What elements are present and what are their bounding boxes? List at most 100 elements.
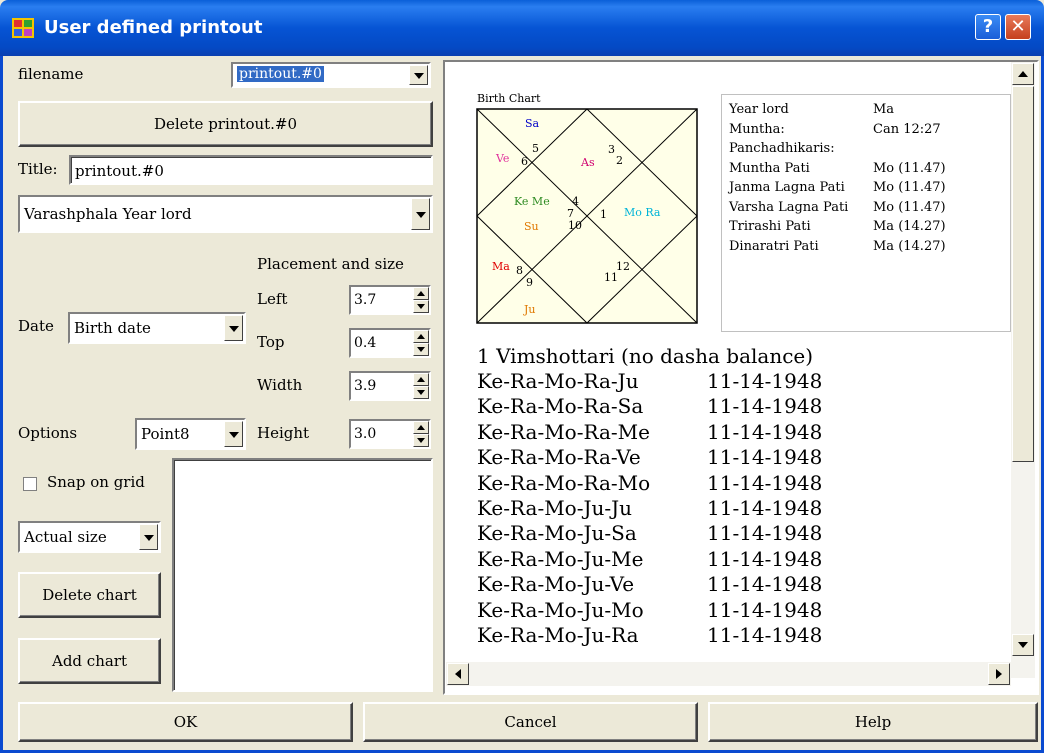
info-label: Muntha Pati: [729, 160, 810, 176]
chevron-down-icon[interactable]: [224, 315, 243, 341]
info-label: Trirashi Pati: [729, 219, 811, 234]
date-select-value: Birth date: [74, 319, 151, 337]
info-row: Trirashi Pati Ma (14.27): [729, 219, 946, 234]
date-label: Date: [18, 317, 54, 335]
info-label: Panchadhikaris:: [729, 141, 835, 156]
dasha-period: Ke-Ra-Mo-Ra-Mo: [477, 470, 651, 495]
chevron-down-icon[interactable]: [139, 524, 158, 550]
spin-down-icon[interactable]: [413, 434, 429, 447]
height-value: 3.0: [354, 426, 377, 442]
dasha-row: Ke-Ra-Mo-Ju-Ve 11-14-1948: [477, 572, 822, 596]
arrow-up-icon: [1018, 71, 1028, 77]
chevron-down-icon[interactable]: [411, 198, 430, 230]
spin-down-icon[interactable]: [413, 343, 429, 356]
delete-chart-button[interactable]: Delete chart: [18, 572, 161, 618]
top-label: Top: [257, 333, 285, 351]
delete-printout-button[interactable]: Delete printout.#0: [18, 101, 433, 147]
dasha-row: Ke-Ra-Mo-Ra-Ju 11-14-1948: [477, 369, 822, 393]
spin-up-icon[interactable]: [413, 330, 429, 343]
window-title: User defined printout: [44, 17, 263, 38]
dasha-date: 11-14-1948: [707, 419, 823, 444]
planet-label: As: [580, 156, 595, 169]
house-number: 5: [532, 142, 539, 155]
title-input[interactable]: printout.#0: [69, 155, 433, 185]
info-row: Muntha: Can 12:27: [729, 121, 941, 137]
add-chart-button[interactable]: Add chart: [18, 638, 161, 684]
snap-label: Snap on grid: [47, 473, 145, 491]
spin-down-icon[interactable]: [413, 386, 429, 399]
vertical-scrollbar[interactable]: [1011, 62, 1035, 678]
planet-label: Su: [524, 220, 539, 233]
size-select[interactable]: Actual size: [18, 521, 161, 553]
dasha-period: Ke-Ra-Mo-Ra-Sa: [477, 394, 644, 419]
ok-button[interactable]: OK: [18, 702, 353, 742]
house-number: 10: [568, 219, 582, 232]
info-row: Panchadhikaris:: [729, 141, 835, 156]
house-number: 3: [608, 143, 615, 156]
info-row: Year lord Ma: [729, 102, 894, 117]
dasha-period: Ke-Ra-Mo-Ju-Sa: [477, 521, 637, 546]
close-button[interactable]: ✕: [1005, 14, 1031, 40]
content-select[interactable]: Varashphala Year lord: [18, 195, 433, 233]
spin-up-icon[interactable]: [413, 287, 429, 300]
width-spinner[interactable]: 3.9: [349, 371, 431, 401]
app-icon: [12, 18, 34, 38]
dasha-heading: 1 Vimshottari (no dasha balance): [477, 344, 814, 368]
help-button[interactable]: Help: [708, 702, 1038, 742]
height-spinner[interactable]: 3.0: [349, 419, 431, 449]
house-number: 9: [526, 276, 533, 289]
chart-list[interactable]: [172, 458, 433, 692]
snap-checkbox[interactable]: [23, 477, 37, 491]
house-number: 2: [616, 154, 623, 167]
scroll-left-button[interactable]: [447, 663, 469, 685]
help-title-button[interactable]: ?: [975, 14, 1001, 40]
top-value: 0.4: [354, 335, 377, 351]
top-spinner[interactable]: 0.4: [349, 328, 431, 358]
horizontal-scrollbar[interactable]: [446, 662, 1011, 686]
spin-up-icon[interactable]: [413, 373, 429, 386]
chevron-down-icon[interactable]: [224, 421, 243, 447]
filename-label: filename: [18, 65, 84, 83]
placement-label: Placement and size: [257, 255, 404, 273]
info-label: Muntha:: [729, 121, 785, 137]
scroll-up-button[interactable]: [1012, 63, 1034, 85]
size-select-value: Actual size: [24, 528, 107, 546]
info-value: Ma (14.27): [873, 219, 946, 234]
info-row: Dinaratri Pati Ma (14.27): [729, 239, 946, 254]
left-spinner[interactable]: 3.7: [349, 285, 431, 315]
spin-up-icon[interactable]: [413, 421, 429, 434]
options-select[interactable]: Point8: [135, 418, 246, 450]
birth-chart: 123456789101112 SaVe AsKe MeSuMo RaMaJu: [476, 108, 698, 324]
filename-select[interactable]: printout.#0: [231, 62, 431, 88]
dasha-date: 11-14-1948: [707, 496, 823, 520]
dasha-period: Ke-Ra-Mo-Ju-Mo: [477, 597, 644, 622]
info-label: Year lord: [729, 102, 789, 117]
left-value: 3.7: [354, 292, 377, 308]
spin-down-icon[interactable]: [413, 300, 429, 313]
scroll-thumb[interactable]: [1012, 86, 1034, 462]
date-select[interactable]: Birth date: [68, 312, 246, 344]
info-label: Varsha Lagna Pati: [729, 199, 849, 215]
dasha-period: Ke-Ra-Mo-Ra-Ju: [477, 369, 639, 393]
house-number: 1: [600, 208, 607, 221]
dasha-period: Ke-Ra-Mo-Ju-Me: [477, 546, 644, 571]
chart-title: Birth Chart: [477, 92, 541, 105]
dasha-row: Ke-Ra-Mo-Ju-Ju 11-14-1948: [477, 496, 822, 520]
planet-label: Ju: [523, 303, 536, 316]
cancel-button[interactable]: Cancel: [363, 702, 698, 742]
width-label: Width: [257, 376, 303, 394]
scroll-right-button[interactable]: [988, 663, 1010, 685]
dasha-date: 11-14-1948: [707, 597, 823, 622]
dasha-row: Ke-Ra-Mo-Ra-Me 11-14-1948: [477, 419, 822, 444]
options-select-value: Point8: [141, 425, 190, 443]
content-select-value: Varashphala Year lord: [24, 205, 192, 223]
dasha-period: Ke-Ra-Mo-Ra-Ve: [477, 445, 641, 470]
dasha-period: Ke-Ra-Mo-Ra-Me: [477, 419, 650, 444]
house-number: 12: [616, 260, 630, 273]
house-number: 6: [521, 155, 528, 168]
scroll-down-button[interactable]: [1012, 634, 1034, 656]
chevron-down-icon[interactable]: [409, 65, 428, 85]
info-label: Janma Lagna Pati: [729, 180, 845, 195]
dasha-row: Ke-Ra-Mo-Ra-Sa 11-14-1948: [477, 394, 822, 419]
width-value: 3.9: [354, 378, 377, 394]
